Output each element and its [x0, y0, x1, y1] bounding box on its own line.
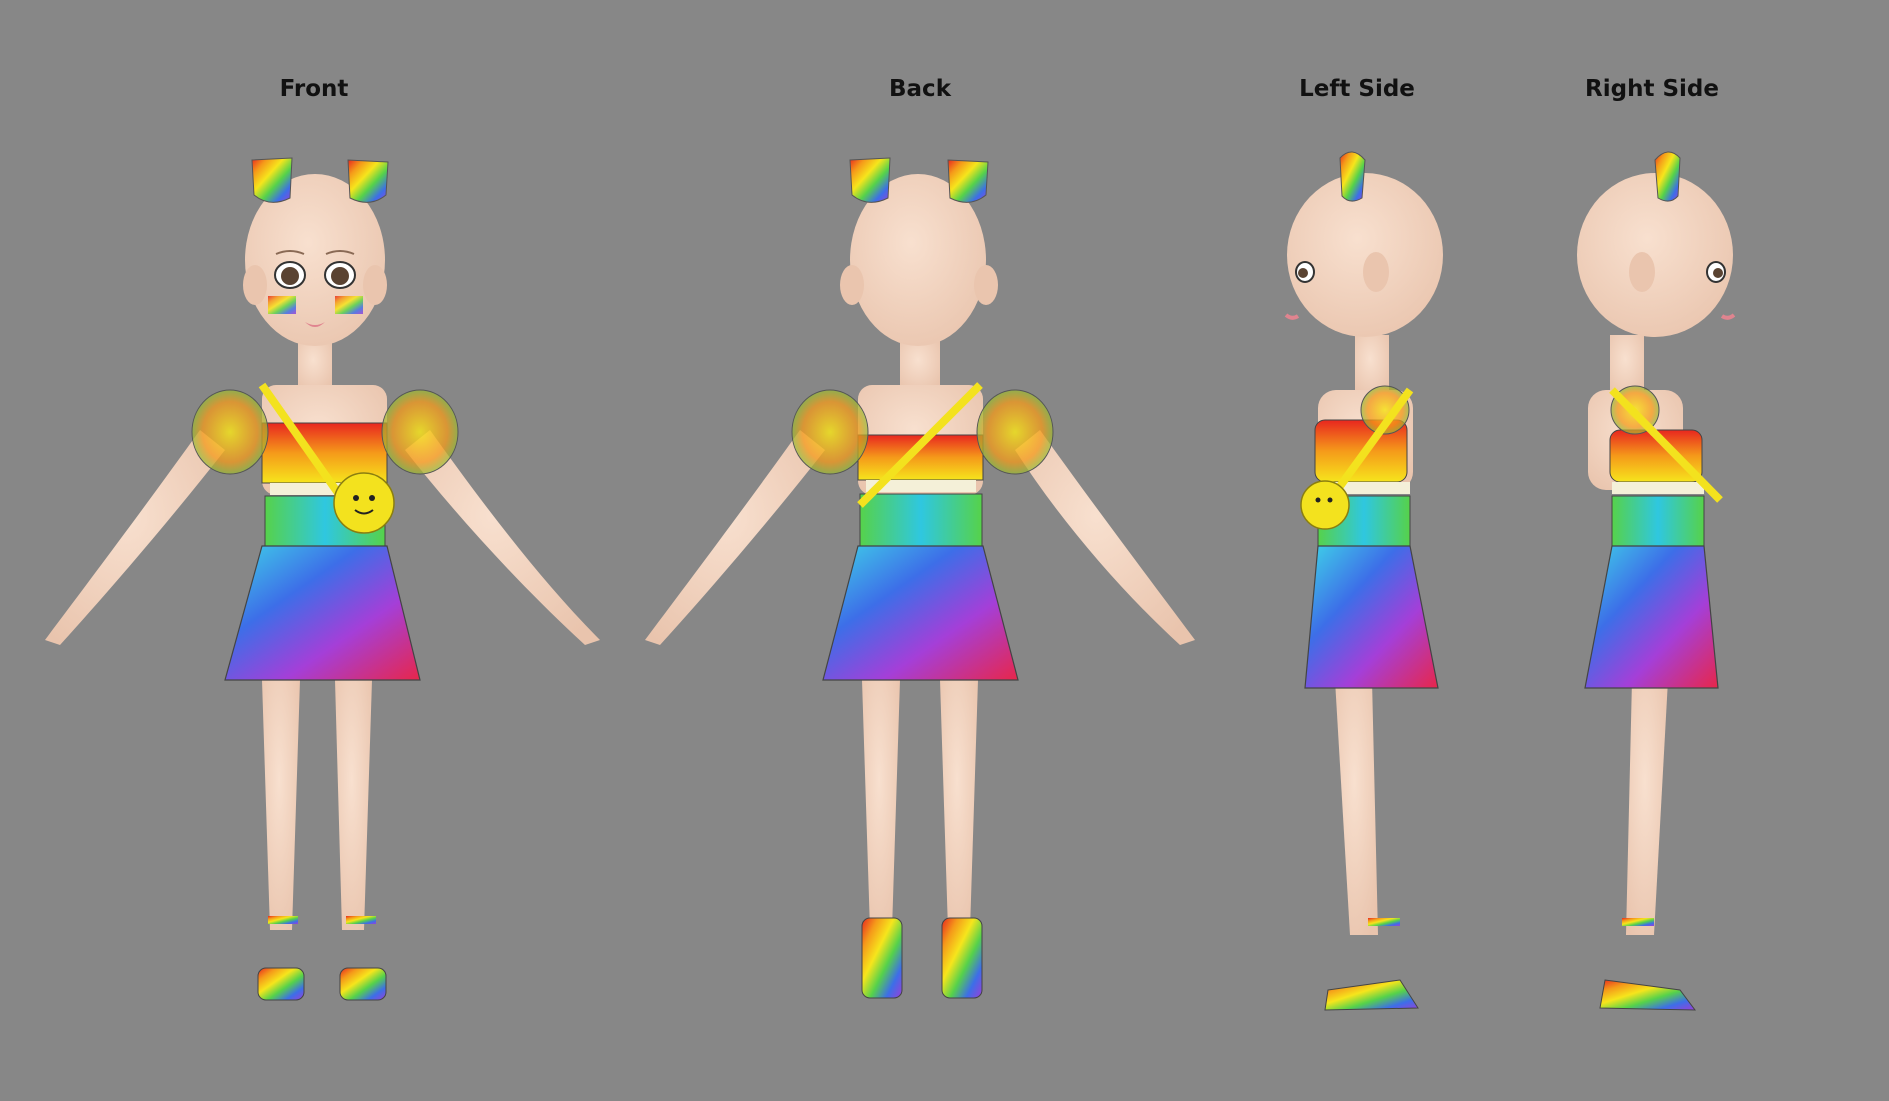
- hair-bow-icon: [1654, 151, 1681, 202]
- character-turnaround: [45, 151, 1736, 1011]
- crossbody-bag-icon: [1300, 480, 1350, 530]
- hair-bow-icon: [1339, 151, 1366, 202]
- crossbody-bag-icon: [333, 472, 395, 534]
- right-side-view-figure: [1577, 151, 1736, 1011]
- sandal-icon: [861, 917, 983, 999]
- left-side-view-figure: [1284, 151, 1443, 1011]
- front-view-figure: [45, 157, 600, 1001]
- back-view-figure: [645, 157, 1195, 999]
